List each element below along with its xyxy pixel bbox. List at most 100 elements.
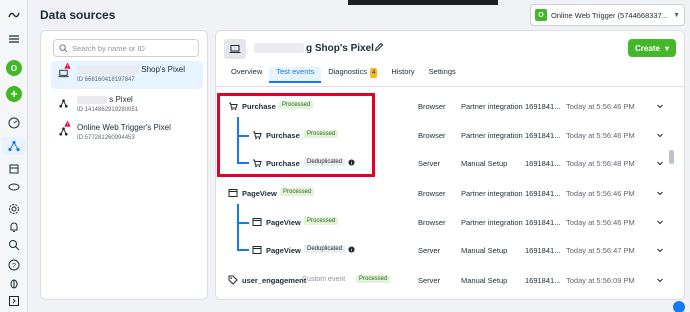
event-time: Today at 5:56:47 PM [566, 246, 635, 255]
status-badge: Processed [304, 217, 339, 225]
event-id: 1691841... [525, 189, 561, 198]
pixel-network-icon [57, 97, 69, 109]
redacted-text [77, 65, 139, 74]
bug-report-icon[interactable] [7, 276, 21, 290]
tab-label: Settings [428, 67, 456, 76]
avatar-letter: O [10, 63, 18, 73]
search-icon[interactable] [7, 238, 21, 252]
tab-history[interactable]: History [384, 67, 421, 83]
globe-icon[interactable] [673, 301, 685, 312]
left-nav-rail: O + ? [0, 0, 28, 312]
menu-icon[interactable] [7, 32, 21, 46]
audience-icon[interactable] [7, 180, 21, 194]
source-name: Online Web Trigger's Pixel [77, 123, 171, 132]
warning-icon [64, 120, 71, 127]
tab-overview[interactable]: Overview [224, 67, 269, 83]
event-time: Today at 5:56:46 PM [566, 189, 635, 198]
source-item-online-web-trigger[interactable]: Online Web Trigger's Pixel ID 5772812609… [51, 119, 203, 147]
caret-down-icon: ▾ [664, 43, 669, 53]
tab-diagnostics[interactable]: Diagnostics 4 [321, 67, 384, 83]
info-icon[interactable] [348, 246, 355, 253]
tab-settings[interactable]: Settings [422, 67, 463, 83]
caret-down-icon: ▼ [673, 11, 680, 19]
source-id: ID 577281260994453 [77, 135, 135, 141]
redacted-text [254, 43, 304, 54]
event-id: 1691841... [525, 159, 561, 168]
pixel-title: g Shop's Pixel [254, 43, 374, 54]
event-id: 1691841... [525, 131, 561, 140]
source-name-text: Shop's Pixel [141, 65, 186, 74]
help-icon[interactable]: ? [7, 258, 21, 272]
collapse-sidebar-icon[interactable] [7, 294, 21, 308]
warning-icon [64, 62, 71, 69]
event-row[interactable]: PageView Processed Browser Partner integ… [216, 208, 676, 236]
chevron-down-icon[interactable] [656, 218, 664, 226]
source-name-text: s Pixel [109, 95, 133, 104]
event-time: Today at 5:56:09 PM [566, 276, 635, 285]
chevron-down-icon[interactable] [656, 276, 664, 284]
event-source: Server [418, 276, 441, 285]
dashboard-icon[interactable] [7, 116, 21, 130]
event-row[interactable]: PageView Deduplicated Server Manual Setu… [216, 236, 676, 264]
tab-label: Test events [276, 67, 315, 76]
event-source: Server [418, 159, 441, 168]
source-name: Shop's Pixel [77, 65, 185, 74]
annotation-highlight-box [217, 93, 375, 177]
event-time: Today at 5:56:48 PM [566, 159, 635, 168]
event-name: PageView [266, 218, 301, 227]
event-time: Today at 5:56:46 PM [566, 218, 635, 227]
data-sources-list-panel: Shop's Pixel ID 668160418197847 s Pixel … [40, 30, 208, 300]
source-id: ID 668160418197847 [77, 77, 135, 83]
event-source: Browser [418, 102, 446, 111]
chevron-down-icon[interactable] [656, 159, 664, 167]
search-icon [59, 43, 68, 52]
tab-label: History [391, 67, 415, 76]
event-row[interactable]: user_engagement Custom event Processed S… [216, 266, 676, 294]
event-name: user_engagement [242, 276, 307, 285]
account-selector[interactable]: O Online Web Trigger (5744668337... ▼ [530, 4, 685, 26]
chevron-down-icon[interactable] [656, 189, 664, 197]
source-id: ID 1414862919280051 [77, 107, 139, 113]
event-setup: Manual Setup [461, 246, 508, 255]
event-time: Today at 5:56:46 PM [566, 131, 635, 140]
account-icon: O [535, 9, 547, 21]
account-avatar[interactable]: O [6, 60, 22, 76]
page-icon [228, 188, 238, 198]
source-item-shop-pixel[interactable]: Shop's Pixel ID 668160418197847 [51, 61, 203, 89]
chevron-down-icon[interactable] [656, 102, 664, 110]
event-name: PageView [242, 189, 277, 198]
detail-tabs: Overview Test events Diagnostics 4 Histor… [224, 67, 463, 83]
search-input[interactable] [72, 43, 192, 53]
pixel-title-text: g Shop's Pixel [306, 43, 374, 54]
top-window-bar [348, 0, 498, 5]
chevron-down-icon[interactable] [656, 246, 664, 254]
meta-logo-icon[interactable] [7, 8, 21, 22]
status-badge: Processed [356, 275, 391, 283]
events-manager-icon[interactable] [7, 139, 21, 153]
event-setup: Partner integration [461, 131, 523, 140]
settings-gear-icon[interactable] [7, 202, 21, 216]
tab-test-events[interactable]: Test events [269, 67, 322, 83]
event-row[interactable]: PageView Processed Browser Partner integ… [216, 179, 676, 207]
event-id: 1691841... [525, 276, 561, 285]
chevron-down-icon[interactable] [656, 131, 664, 139]
scrollbar-thumb[interactable] [669, 150, 674, 164]
notifications-bell-icon[interactable] [7, 220, 21, 234]
create-plus-icon[interactable]: + [6, 86, 22, 102]
page-icon [252, 245, 262, 255]
search-box[interactable] [53, 39, 199, 57]
page-title: Data sources [40, 8, 116, 22]
event-id: 1691841... [525, 246, 561, 255]
source-item-second-pixel[interactable]: s Pixel ID 1414862919280051 [51, 91, 203, 119]
create-button[interactable]: Create ▾ [628, 39, 676, 57]
account-icon-letter: O [538, 11, 544, 19]
catalog-icon[interactable] [7, 162, 21, 176]
source-name: s Pixel [77, 95, 133, 104]
tag-icon [228, 275, 238, 285]
edit-pencil-icon[interactable] [374, 42, 384, 52]
status-badge: Processed [280, 188, 315, 196]
account-label: Online Web Trigger (5744668337... [551, 10, 669, 20]
svg-text:?: ? [12, 263, 16, 270]
event-source: Browser [418, 131, 446, 140]
tab-label: Overview [231, 67, 263, 76]
